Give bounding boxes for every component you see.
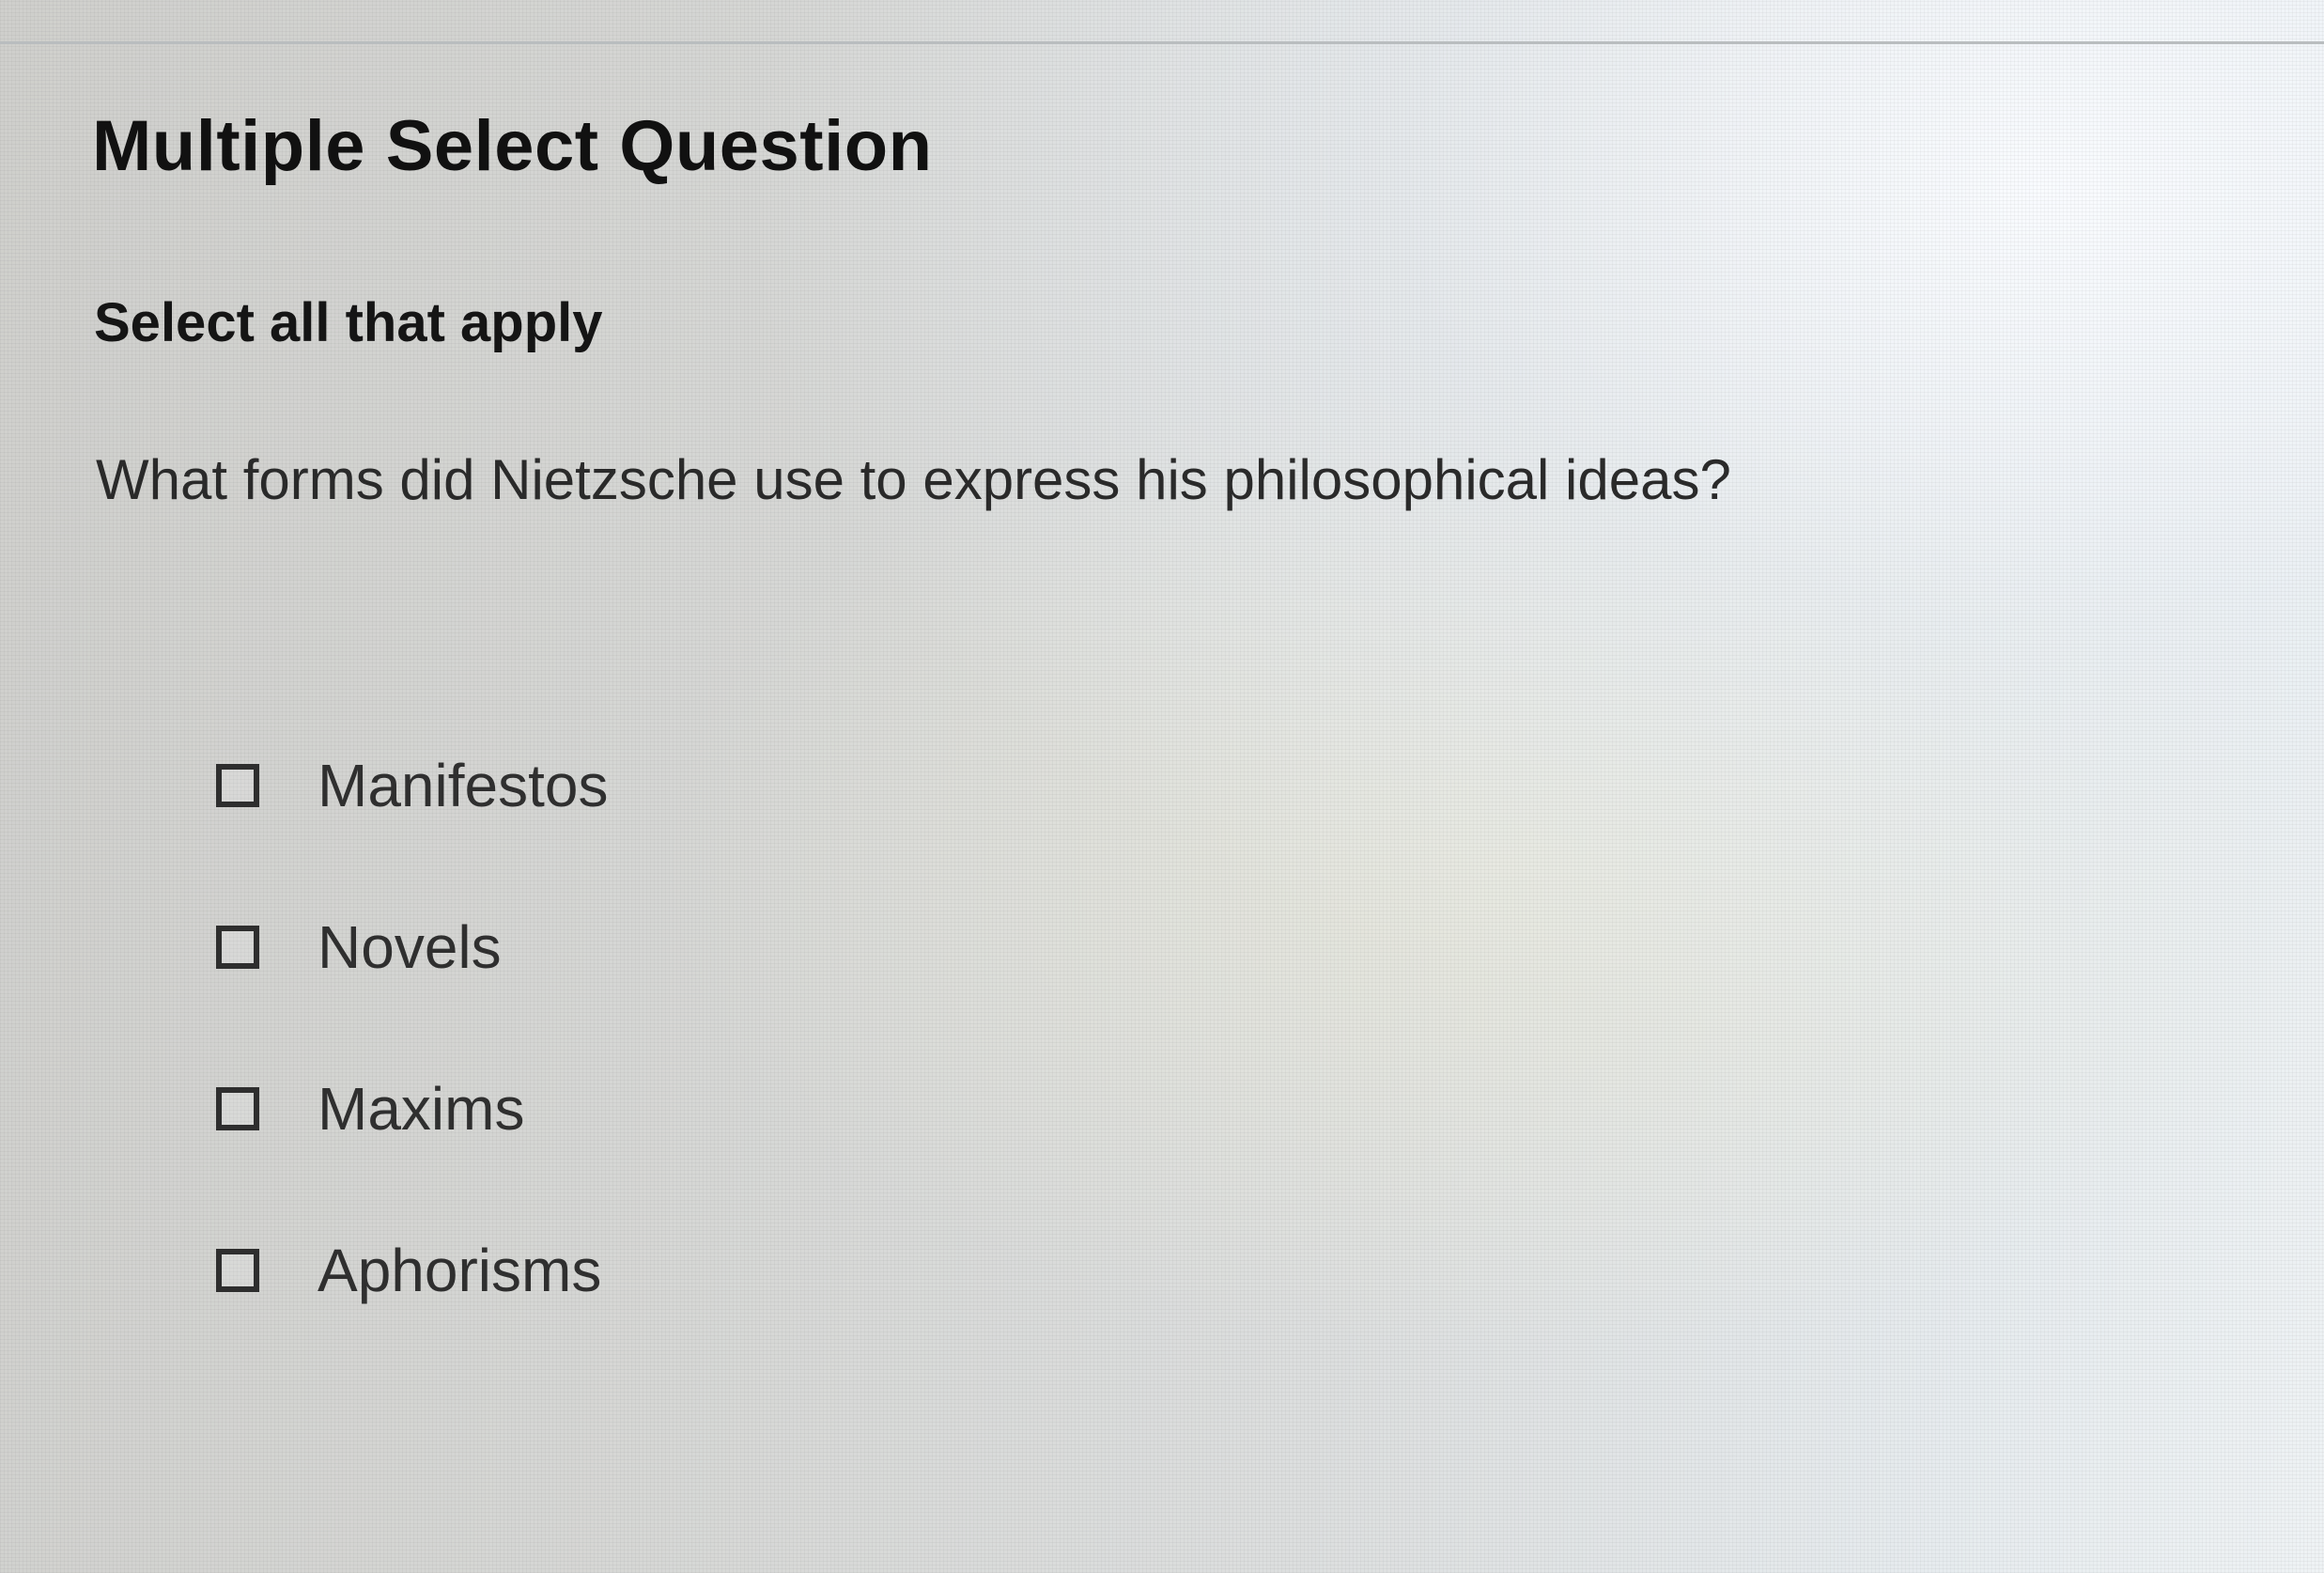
answer-options: Manifestos Novels Maxims Aphorisms [216, 705, 608, 1351]
checkbox-novels[interactable] [216, 926, 259, 969]
checkbox-aphorisms[interactable] [216, 1249, 259, 1292]
instruction-text: Select all that apply [94, 292, 603, 354]
option-aphorisms[interactable]: Aphorisms [216, 1190, 608, 1351]
option-maxims[interactable]: Maxims [216, 1028, 608, 1190]
checkbox-manifestos[interactable] [216, 764, 259, 807]
option-manifestos[interactable]: Manifestos [216, 705, 608, 866]
option-novels[interactable]: Novels [216, 866, 608, 1028]
option-label: Aphorisms [318, 1237, 602, 1304]
option-label: Maxims [318, 1075, 525, 1143]
top-divider [0, 41, 2324, 44]
question-prompt: What forms did Nietzsche use to express … [96, 447, 1731, 511]
option-label: Manifestos [318, 752, 609, 819]
checkbox-maxims[interactable] [216, 1087, 259, 1130]
option-label: Novels [318, 913, 502, 981]
question-panel: Multiple Select Question Select all that… [92, 103, 2206, 514]
question-type-heading: Multiple Select Question [92, 106, 933, 186]
